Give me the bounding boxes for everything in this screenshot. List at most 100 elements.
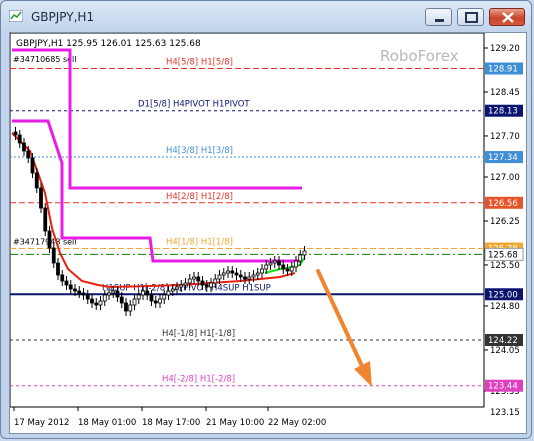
candle-body	[64, 280, 69, 286]
order-label: #34710685 sell	[13, 55, 77, 64]
level-price-badge-text: 128.13	[488, 107, 518, 117]
level-label: H4[-1/8] H1[-1/8]	[162, 329, 235, 339]
candle-body	[77, 290, 82, 294]
candle-body	[111, 290, 116, 294]
candle-body	[217, 274, 222, 280]
time-tick-label: 17 May 2012	[14, 418, 69, 428]
candle-body	[238, 274, 243, 278]
time-tick-label: 18 May 01:00	[78, 418, 136, 428]
candle-body	[200, 280, 205, 286]
candle-body	[149, 294, 154, 302]
candle-body	[243, 276, 247, 280]
candle-body	[153, 300, 158, 304]
candle-body	[51, 247, 56, 264]
candle-body	[268, 262, 273, 266]
title-bar[interactable]: GBPJPY,H1	[1, 1, 531, 31]
candle-body	[234, 272, 239, 276]
price-tick-label: 129.20	[490, 44, 520, 54]
chart-icon	[9, 10, 23, 22]
candle-body	[43, 207, 48, 232]
candle-body	[107, 292, 111, 296]
price-tick-label: 124.05	[490, 346, 520, 356]
candle-body	[22, 142, 26, 152]
price-tick-label: 127.00	[490, 173, 520, 183]
close-icon	[502, 12, 514, 23]
candle-body	[85, 294, 90, 300]
level-price-badge-text: 125.00	[488, 290, 518, 300]
level-label: H4[2/8] H1[2/8]	[166, 192, 233, 202]
candle-body	[264, 264, 269, 270]
current-price-badge-text: 125.68	[488, 250, 518, 260]
candle-body	[221, 272, 226, 276]
price-chart[interactable]: H4[5/8] H1[5/8] D1[5/8] H4PIVOT H1PIVOT H4…	[9, 32, 526, 433]
price-tick-label: 127.70	[490, 132, 520, 142]
candle-body	[209, 282, 213, 288]
chart-area[interactable]: H4[5/8] H1[5/8] D1[5/8] H4PIVOT H1PIVOT H4…	[9, 32, 527, 434]
candle-body	[115, 290, 120, 298]
window-title: GBPJPY,H1	[31, 10, 95, 24]
level-price-badge-text: 127.34	[488, 153, 518, 163]
time-tick-label: 18 May 17:00	[142, 418, 200, 428]
restore-icon	[465, 12, 478, 23]
candle-body	[289, 266, 294, 272]
level-label: H4[3/8] H1[3/8]	[166, 146, 233, 156]
candle-body	[39, 187, 43, 209]
candle-body	[302, 250, 307, 256]
candle-body	[255, 272, 260, 276]
maximize-button[interactable]	[457, 8, 484, 26]
close-button[interactable]	[489, 8, 525, 26]
watermark: RoboForex	[380, 47, 459, 65]
minimize-icon	[435, 19, 444, 22]
candle-body	[47, 230, 52, 249]
candle-body	[34, 172, 39, 189]
candle-body	[230, 270, 235, 274]
plot-frame	[9, 32, 485, 408]
candle-body	[98, 300, 103, 306]
candle-body	[136, 294, 141, 300]
candle-body	[90, 298, 94, 304]
candle-body	[285, 268, 290, 272]
candle-body	[124, 302, 128, 312]
minimize-button[interactable]	[425, 8, 452, 26]
candle-body	[102, 294, 107, 302]
level-price-badge-text: 124.22	[488, 336, 518, 346]
candle-body	[183, 282, 188, 286]
candle-body	[298, 254, 303, 262]
candle-body	[294, 260, 298, 268]
candle-body	[213, 278, 218, 284]
level-price-badge-text: 128.91	[488, 65, 518, 75]
candle-body	[272, 260, 277, 264]
candle-body	[187, 278, 192, 284]
candle-body	[128, 304, 133, 312]
candle-body	[251, 274, 256, 278]
candle-body	[247, 276, 252, 280]
candle-body	[73, 288, 77, 292]
candle-body	[196, 276, 201, 282]
candle-body	[162, 294, 167, 300]
candle-body	[60, 274, 65, 282]
level-label: D1[5/8] H4PIVOT H1PIVOT	[138, 100, 250, 110]
candle-body	[281, 264, 286, 270]
candle-body	[56, 262, 60, 276]
price-tick-label: 126.25	[490, 217, 520, 227]
level-label: H4[1/8] H1[1/8]	[166, 238, 233, 248]
candle-body	[179, 284, 184, 288]
candle-body	[119, 296, 124, 304]
candle-body	[81, 292, 86, 296]
level-label: H4[5/8] H1[5/8]	[166, 58, 233, 68]
candle-body	[141, 290, 145, 296]
chart-window: GBPJPY,H1 H4[5/8] H1[5/8] D1[5/8] H4PIVOT…	[0, 0, 532, 439]
candle-body	[30, 157, 35, 174]
price-tick-label: 123.15	[490, 408, 520, 418]
level-label: H4[-2/8] H1[-2/8]	[162, 375, 235, 385]
price-tick-label: 124.80	[490, 302, 520, 312]
candle-body	[26, 150, 31, 159]
candle-body	[166, 290, 171, 296]
candle-body	[226, 270, 230, 274]
candle-body	[94, 302, 99, 306]
candle-body	[145, 290, 150, 296]
candle-body	[204, 284, 209, 288]
candle-body	[13, 131, 18, 136]
candle-body	[192, 276, 196, 280]
price-tick-label: 128.45	[490, 88, 520, 98]
